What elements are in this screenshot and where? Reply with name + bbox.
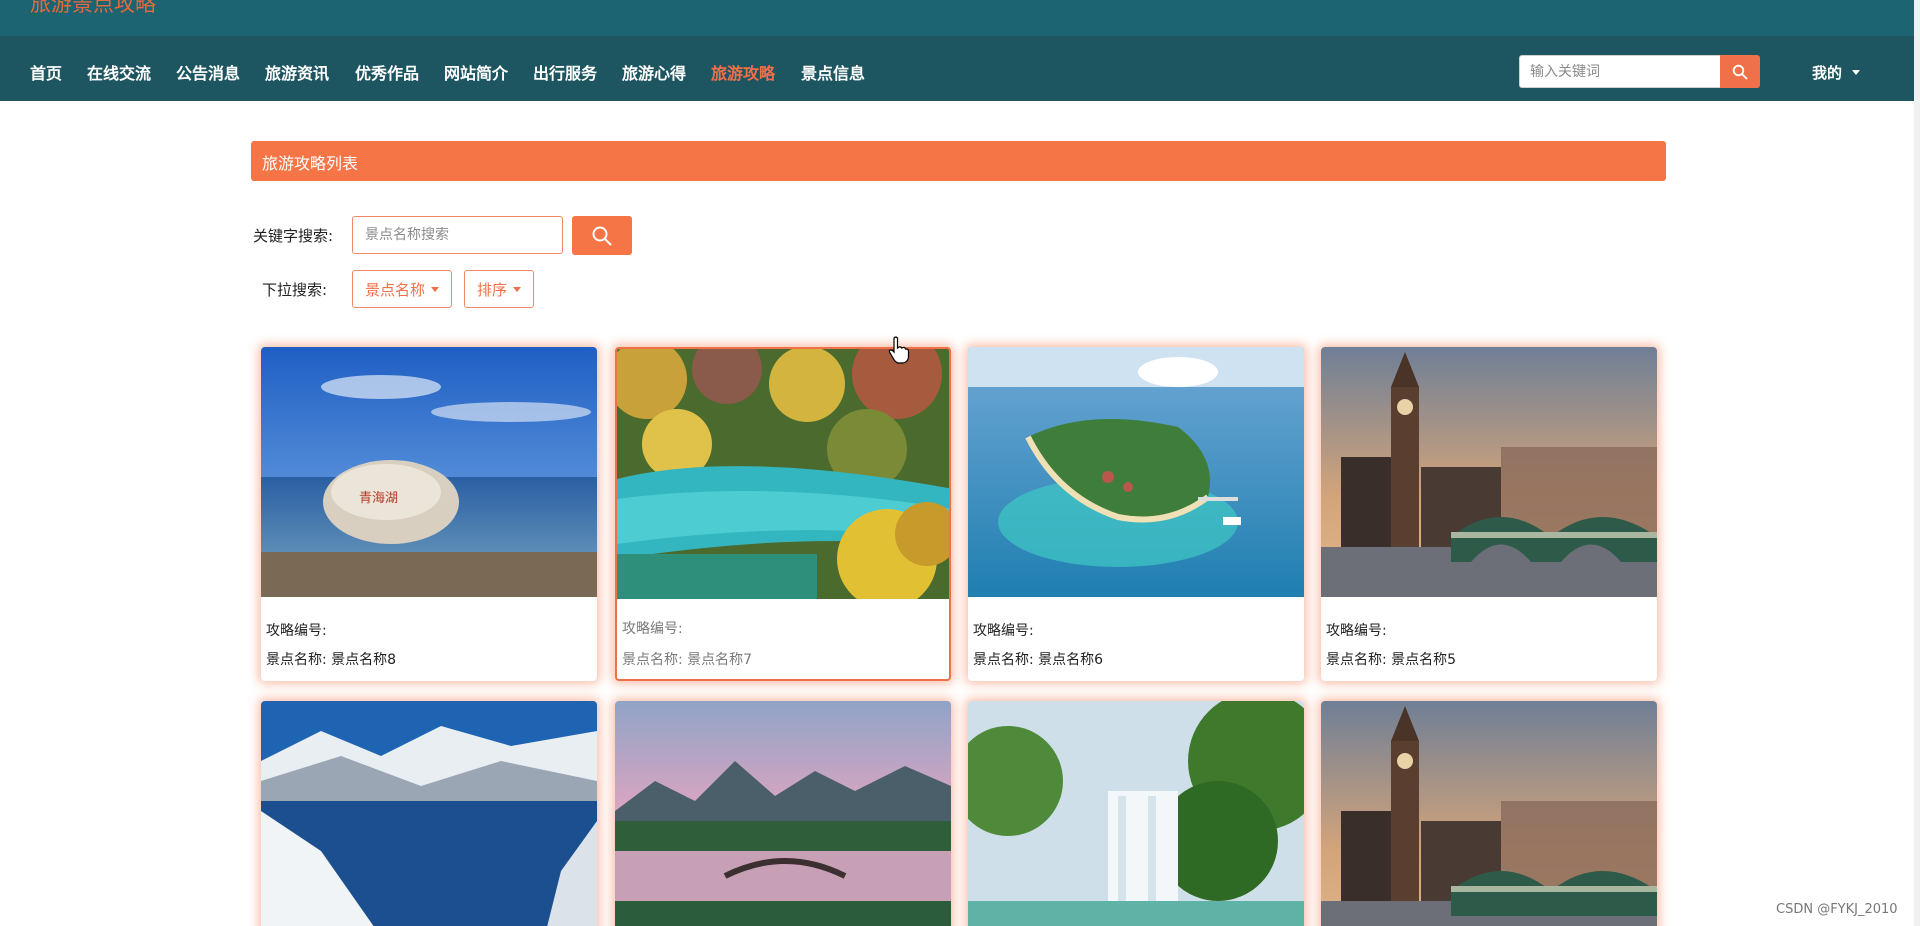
svg-text:青海湖: 青海湖	[359, 491, 398, 506]
hand-cursor-icon	[888, 336, 910, 364]
chevron-down-icon	[513, 286, 522, 292]
user-menu-label: 我的	[1812, 64, 1843, 82]
card-image	[615, 701, 951, 926]
guide-card[interactable]: 攻略编号: 景点名称: 景点名称5	[1321, 347, 1657, 681]
guide-card[interactable]	[968, 701, 1304, 926]
card-guide-id: 攻略编号:	[1326, 623, 1387, 639]
card-image	[617, 349, 949, 599]
nav-item-news[interactable]: 旅游资讯	[265, 60, 329, 84]
card-guide-id: 攻略编号:	[266, 623, 327, 639]
nav-item-about[interactable]: 网站简介	[444, 60, 508, 84]
nav-search-input[interactable]	[1519, 55, 1720, 88]
nav-item-attractions[interactable]: 景点信息	[801, 60, 865, 84]
nav-item-notices[interactable]: 公告消息	[176, 60, 240, 84]
scrollbar[interactable]	[1914, 0, 1920, 926]
card-attraction-name: 景点名称: 景点名称5	[1326, 652, 1457, 668]
guide-card[interactable]: 青海湖 攻略编号: 景点名称: 景点名称8	[261, 347, 597, 681]
keyword-search-button[interactable]	[572, 216, 632, 255]
card-attraction-name: 景点名称: 景点名称7	[622, 652, 753, 668]
guide-card[interactable]	[1321, 701, 1657, 926]
card-image	[1321, 701, 1657, 926]
watermark: CSDN @FYKJ_2010	[1776, 902, 1898, 917]
waterfall-image	[968, 701, 1304, 926]
nav-item-home[interactable]: 首页	[30, 60, 62, 84]
nav-item-forum[interactable]: 在线交流	[87, 60, 151, 84]
attraction-name-dropdown[interactable]: 景点名称	[352, 270, 453, 308]
user-menu[interactable]: 我的	[1812, 62, 1861, 83]
dropdown-label: 景点名称	[365, 280, 426, 299]
card-image	[1321, 347, 1657, 597]
card-image	[968, 701, 1304, 926]
guide-card[interactable]: 攻略编号: 景点名称: 景点名称6	[968, 347, 1304, 681]
dropdown-search-label: 下拉搜索:	[262, 281, 328, 299]
top-header: 旅游景点攻略	[0, 0, 1920, 36]
card-image: 青海湖	[261, 347, 597, 597]
nav-search-button[interactable]	[1720, 55, 1760, 88]
nav-search	[1519, 55, 1760, 88]
keyword-search-label: 关键字搜索:	[253, 227, 334, 245]
chevron-down-icon	[431, 286, 440, 292]
search-icon	[592, 226, 612, 245]
card-guide-id: 攻略编号:	[622, 621, 683, 637]
page-title: 旅游攻略列表	[262, 154, 359, 173]
big-ben-image	[1321, 701, 1657, 926]
list-header-banner: 旅游攻略列表	[251, 141, 1666, 181]
sort-dropdown[interactable]: 排序	[464, 270, 535, 308]
dropdown-label: 排序	[477, 280, 508, 299]
search-icon	[1732, 64, 1748, 79]
site-title[interactable]: 旅游景点攻略	[30, 0, 156, 18]
keyword-search-input[interactable]	[352, 216, 563, 254]
guide-card[interactable]: 攻略编号: 景点名称: 景点名称7	[615, 347, 951, 681]
nav-item-works[interactable]: 优秀作品	[355, 60, 419, 84]
nav-item-services[interactable]: 出行服务	[533, 60, 597, 84]
nav-item-experience[interactable]: 旅游心得	[622, 60, 686, 84]
guide-card[interactable]	[261, 701, 597, 926]
nav-item-guides[interactable]: 旅游攻略	[711, 60, 775, 84]
chevron-down-icon	[1852, 70, 1861, 75]
card-image	[261, 701, 597, 926]
sunset-bridge-image	[615, 701, 951, 926]
autumn-forest-lake-image	[617, 349, 949, 599]
tropical-island-image	[968, 347, 1304, 597]
card-image	[968, 347, 1304, 597]
guide-card[interactable]	[615, 701, 951, 926]
snow-mountain-lake-image	[261, 701, 597, 926]
card-attraction-name: 景点名称: 景点名称8	[266, 652, 397, 668]
card-guide-id: 攻略编号:	[973, 623, 1034, 639]
lake-rock-image: 青海湖	[261, 347, 597, 597]
card-attraction-name: 景点名称: 景点名称6	[973, 652, 1104, 668]
big-ben-image	[1321, 347, 1657, 597]
